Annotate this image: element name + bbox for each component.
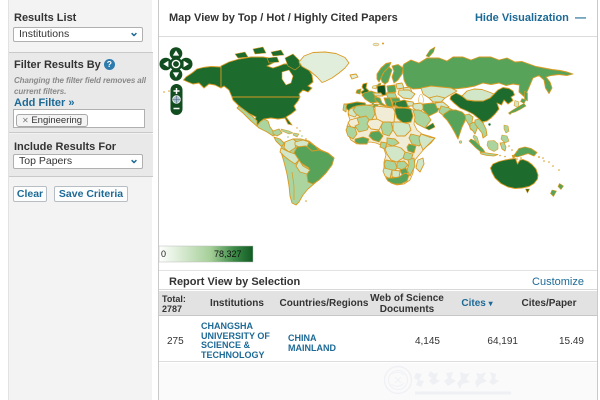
svg-text:0: 0 [161, 249, 166, 259]
svg-text:78,327: 78,327 [214, 249, 242, 259]
